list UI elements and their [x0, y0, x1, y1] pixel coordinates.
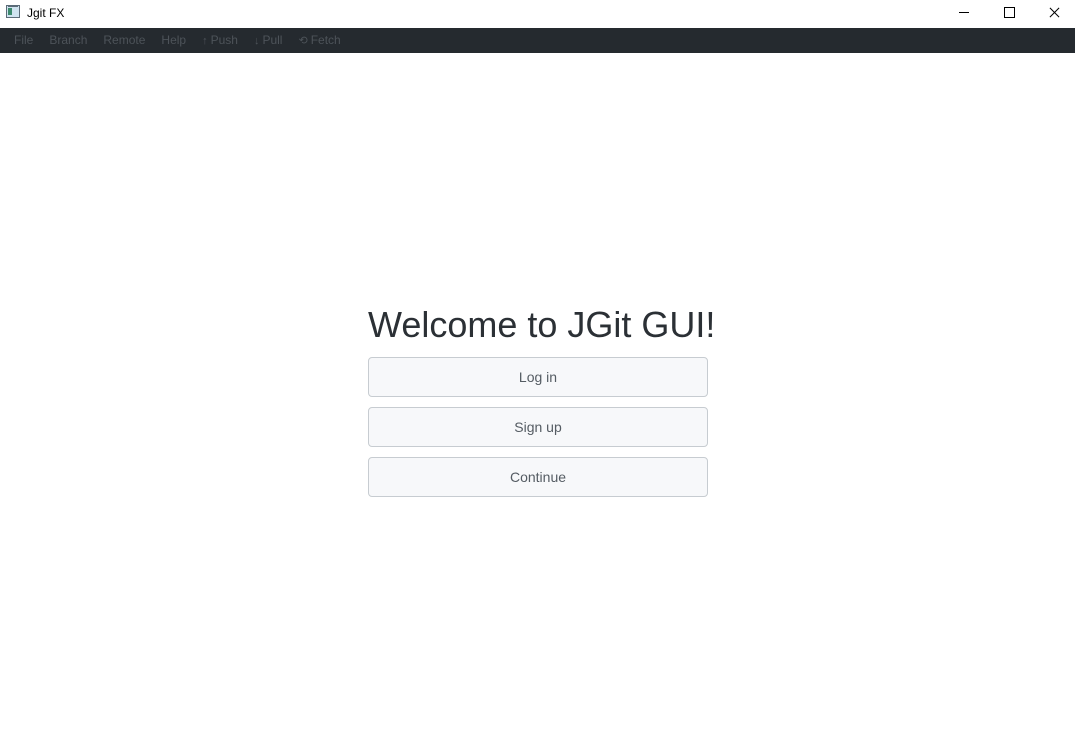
title-bar: Jgit FX — [0, 0, 1075, 28]
pull-label: Pull — [262, 32, 283, 47]
arrow-down-icon: ↓ — [253, 34, 260, 47]
menu-bar: File Branch Remote Help ↑ Push ↓ Pull ⟲ Fet… — [0, 28, 1075, 53]
fetch-label: Fetch — [310, 32, 341, 47]
pull-menu-button[interactable]: ↓ Pull — [246, 28, 291, 54]
app-icon — [6, 5, 20, 18]
maximize-button[interactable] — [986, 0, 1032, 28]
push-menu-button[interactable]: ↑ Push — [194, 28, 246, 54]
refresh-icon: ⟲ — [298, 34, 308, 47]
push-label: Push — [210, 32, 238, 47]
login-button[interactable]: Log in — [368, 357, 708, 397]
menu-remote[interactable]: Remote — [95, 28, 153, 53]
window-title: Jgit FX — [27, 6, 65, 20]
menu-branch[interactable]: Branch — [41, 28, 95, 53]
menu-file[interactable]: File — [0, 28, 41, 53]
menu-help[interactable]: Help — [153, 28, 194, 53]
fetch-menu-button[interactable]: ⟲ Fetch — [290, 28, 348, 54]
minimize-button[interactable] — [941, 0, 987, 28]
close-button[interactable] — [1031, 0, 1075, 28]
arrow-up-icon: ↑ — [202, 34, 208, 47]
welcome-heading: Welcome to JGit GUI! — [368, 304, 716, 345]
signup-button[interactable]: Sign up — [368, 407, 708, 447]
continue-button[interactable]: Continue — [368, 457, 708, 497]
